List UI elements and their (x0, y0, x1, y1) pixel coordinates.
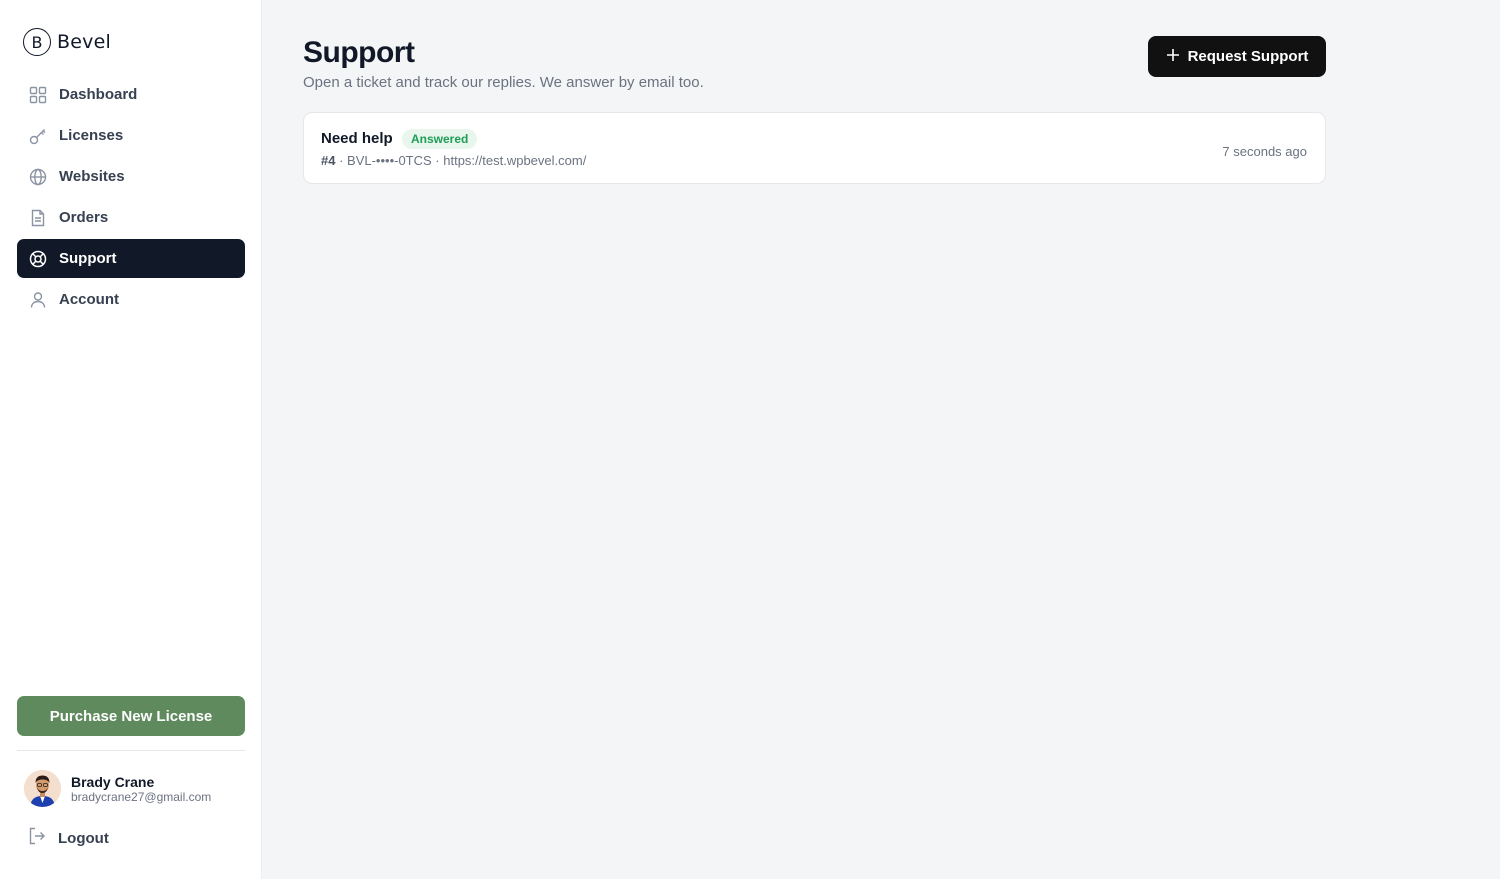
logout-button[interactable]: Logout (28, 827, 109, 850)
logout-icon (28, 827, 46, 850)
sidebar-item-support[interactable]: Support (17, 239, 245, 278)
app-window: B Bevel Dashboard Licenses Websites Orde… (0, 0, 1500, 879)
sidebar-nav: Dashboard Licenses Websites Orders Suppo… (17, 75, 245, 321)
user-info: Brady Crane bradycrane27@gmail.com (71, 774, 211, 804)
sidebar-item-label: Account (59, 291, 119, 308)
ticket-title: Need help (321, 130, 393, 147)
logout-label: Logout (58, 830, 109, 847)
document-icon (28, 208, 48, 228)
lifebuoy-icon (28, 249, 48, 269)
page-title: Support (303, 36, 415, 69)
sidebar-item-dashboard[interactable]: Dashboard (17, 75, 245, 114)
brand-name: Bevel (57, 31, 111, 53)
sidebar-divider (17, 750, 245, 751)
grid-icon (28, 85, 48, 105)
user-name: Brady Crane (71, 773, 155, 790)
sidebar-item-label: Orders (59, 209, 109, 226)
brand-mark-icon: B (23, 28, 51, 56)
sidebar-item-websites[interactable]: Websites (17, 157, 245, 196)
globe-icon (28, 167, 48, 187)
sidebar-item-account[interactable]: Account (17, 280, 245, 319)
status-badge: Answered (402, 129, 478, 149)
ticket-number: #4 (321, 153, 336, 168)
sidebar-item-licenses[interactable]: Licenses (17, 116, 245, 155)
sidebar-item-label: Licenses (59, 127, 124, 144)
brand-logo[interactable]: B Bevel (23, 28, 111, 56)
ticket-card[interactable]: Need help Answered #4 · BVL-••••-0TCS · … (303, 112, 1326, 184)
ticket-meta: #4 · BVL-••••-0TCS · https://test.wpbeve… (321, 153, 586, 168)
sidebar-item-label: Dashboard (59, 86, 138, 103)
page-subtitle: Open a ticket and track our replies. We … (303, 74, 704, 91)
ticket-details: · BVL-••••-0TCS · https://test.wpbevel.c… (335, 153, 587, 168)
purchase-new-license-button[interactable]: Purchase New License (17, 696, 245, 736)
sidebar-item-orders[interactable]: Orders (17, 198, 245, 237)
user-icon (28, 290, 48, 310)
main-content: Support Open a ticket and track our repl… (262, 0, 1500, 879)
user-profile[interactable]: Brady Crane bradycrane27@gmail.com (24, 770, 211, 807)
plus-icon (1166, 48, 1180, 66)
request-support-button[interactable]: Request Support (1148, 36, 1326, 77)
ticket-timestamp: 7 seconds ago (1222, 144, 1307, 159)
sidebar-item-label: Websites (59, 168, 125, 185)
user-email: bradycrane27@gmail.com (71, 789, 212, 804)
request-support-label: Request Support (1187, 48, 1309, 65)
sidebar: B Bevel Dashboard Licenses Websites Orde… (0, 0, 262, 879)
key-icon (28, 126, 48, 146)
sidebar-item-label: Support (59, 250, 117, 267)
avatar (24, 770, 61, 807)
